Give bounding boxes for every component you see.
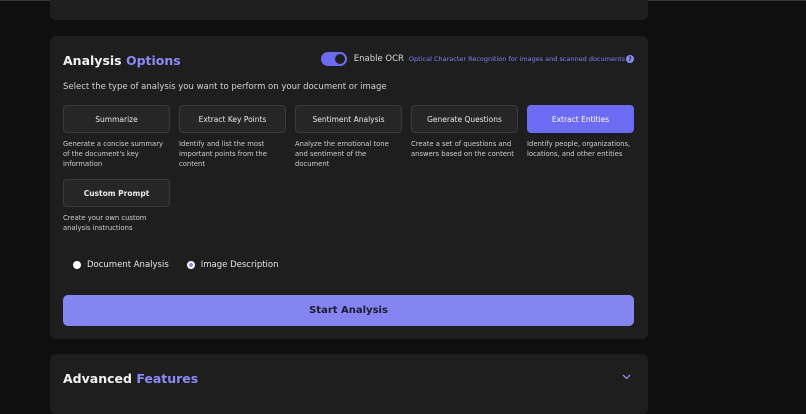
radio-dot-selected[interactable]	[186, 261, 195, 269]
ocr-label: Enable OCR	[353, 54, 404, 64]
advanced-features-title: Advanced Features	[63, 371, 198, 386]
summarize-button[interactable]: Summarize	[63, 105, 170, 133]
option-summarize: Summarize Generate a concise summary of …	[63, 105, 170, 169]
option-extract-key-points: Extract Key Points Identify and list the…	[179, 105, 286, 169]
option-extract-entities: Extract Entities Identify people, organi…	[527, 105, 634, 159]
chevron-down-icon[interactable]	[622, 372, 631, 383]
title-accent: Features	[136, 371, 199, 386]
option-description: Identify and list the most important poi…	[179, 140, 267, 168]
option-description: Identify people, organizations, location…	[527, 140, 631, 158]
option-description: Analyze the emotional tone and sentiment…	[295, 140, 389, 168]
option-sentiment-analysis: Sentiment Analysis Analyze the emotional…	[295, 105, 402, 169]
generate-questions-button[interactable]: Generate Questions	[411, 105, 518, 133]
sentiment-analysis-button[interactable]: Sentiment Analysis	[295, 105, 402, 133]
ocr-toggle[interactable]	[320, 52, 347, 66]
option-description: Create your own custom analysis instruct…	[63, 214, 147, 232]
analysis-options-title: Analysis Options	[63, 53, 181, 68]
advanced-features-card[interactable]: Advanced Features	[50, 354, 648, 414]
radio-label: Document Analysis	[87, 260, 169, 270]
radio-image-description[interactable]: Image Description	[186, 260, 279, 270]
radio-document-analysis[interactable]: Document Analysis	[73, 260, 169, 270]
option-generate-questions: Generate Questions Create a set of quest…	[411, 105, 518, 159]
option-custom-prompt: Custom Prompt Create your own custom ana…	[63, 179, 170, 233]
ocr-control: Enable OCR Optical Character Recognition…	[320, 52, 634, 66]
title-plain: Analysis	[63, 53, 122, 68]
analysis-options-card: Analysis Options Enable OCR Optical Char…	[50, 36, 648, 339]
extract-entities-button[interactable]: Extract Entities	[527, 105, 634, 133]
option-description: Create a set of questions and answers ba…	[411, 140, 514, 158]
analysis-subtitle: Select the type of analysis you want to …	[63, 82, 387, 92]
radio-label: Image Description	[200, 260, 279, 270]
start-analysis-button[interactable]: Start Analysis	[63, 295, 634, 326]
extract-key-points-button[interactable]: Extract Key Points	[179, 105, 286, 133]
title-accent: Options	[125, 53, 181, 68]
previous-section-card	[50, 0, 648, 20]
custom-prompt-button[interactable]: Custom Prompt	[63, 179, 170, 207]
ocr-description: Optical Character Recognition for images…	[408, 55, 625, 63]
option-description: Generate a concise summary of the docume…	[63, 140, 164, 168]
help-icon[interactable]: ?	[626, 55, 634, 63]
radio-dot[interactable]	[73, 261, 81, 269]
toggle-knob	[334, 54, 345, 64]
title-plain: Advanced	[63, 371, 132, 386]
analysis-mode-group: Document Analysis Image Description	[73, 260, 297, 270]
